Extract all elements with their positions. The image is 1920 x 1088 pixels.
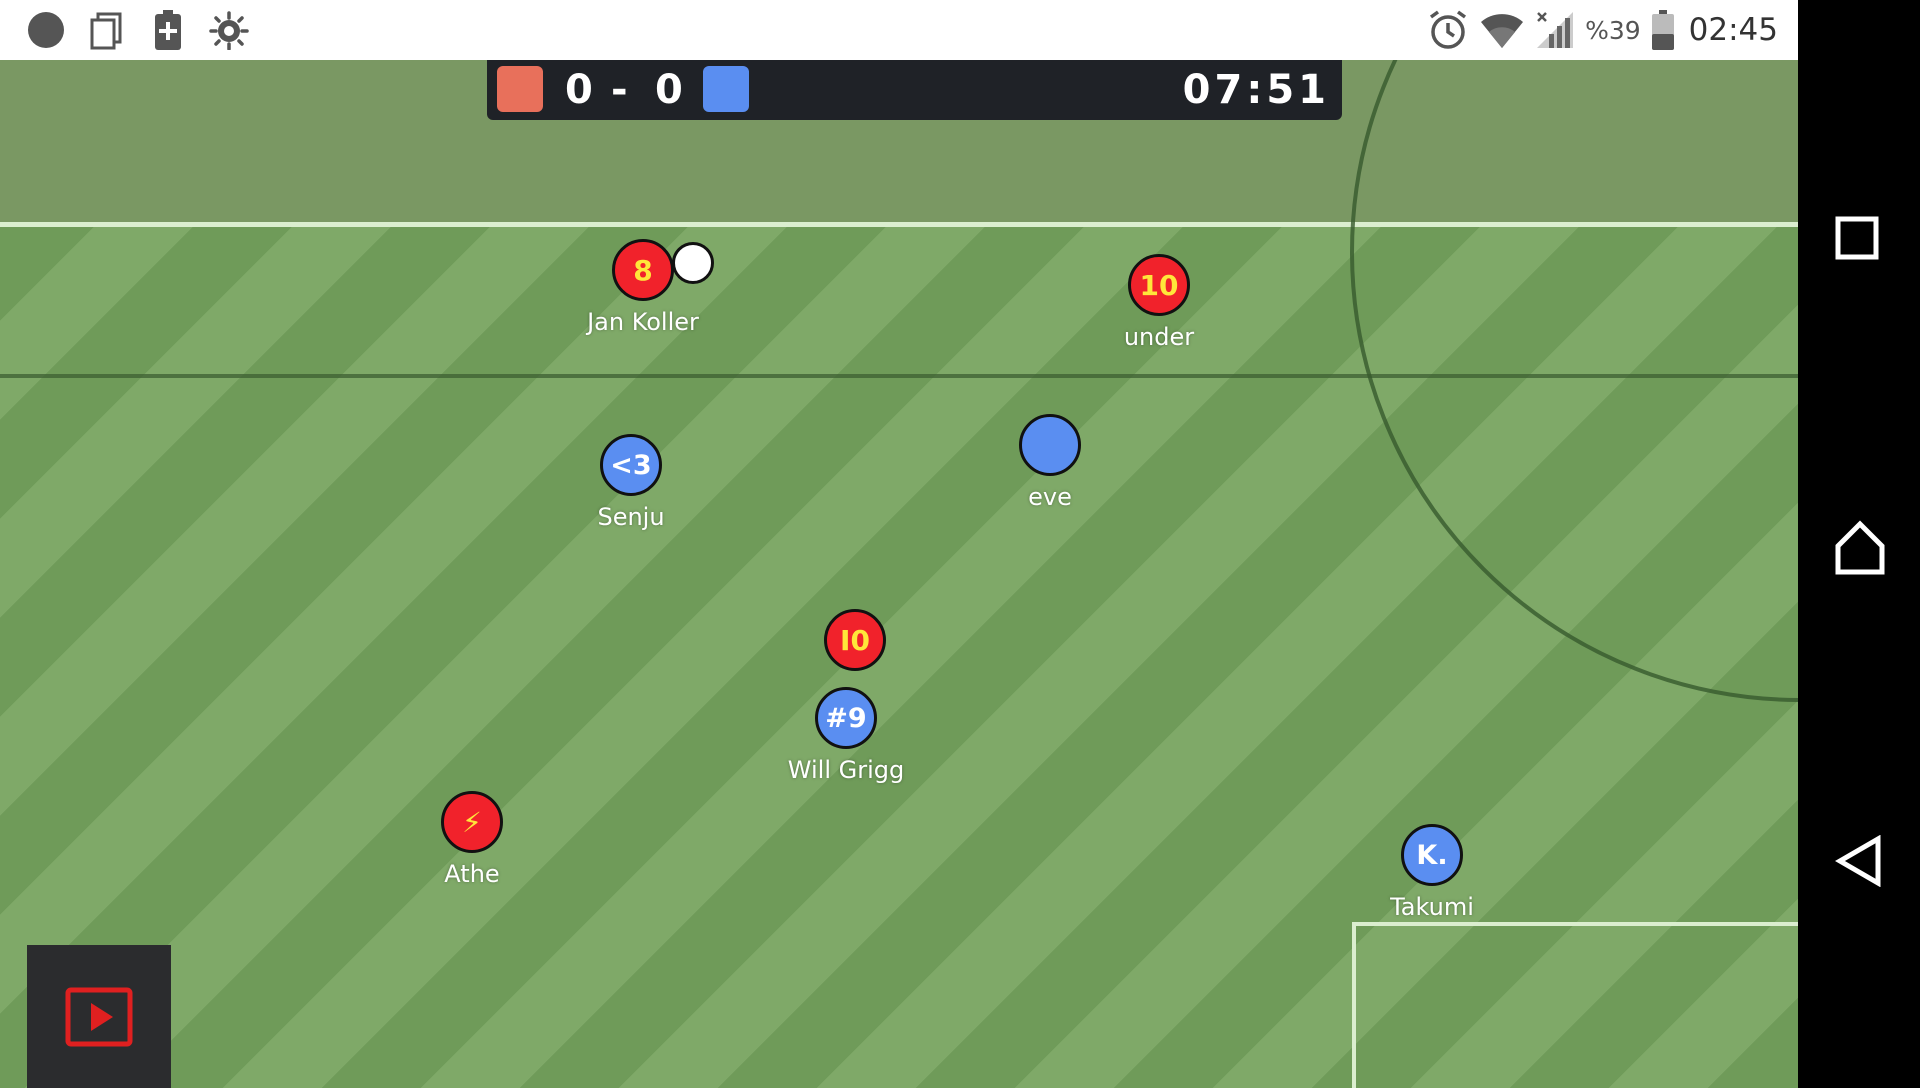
- player-badge: ⚡: [441, 791, 503, 853]
- replay-button[interactable]: [27, 945, 171, 1088]
- player-name: Senju: [597, 503, 665, 531]
- penalty-box-line: [1352, 922, 1798, 926]
- navigation-bar: [1798, 0, 1920, 1088]
- player-badge: [1019, 414, 1081, 476]
- penalty-box-line: [1352, 922, 1356, 1088]
- player-badge: <3: [600, 434, 662, 496]
- copy-icon: [90, 12, 122, 50]
- status-bar-right: %39 02:45: [1427, 8, 1778, 52]
- match-clock: 07:51: [1182, 67, 1330, 113]
- player-name: under: [1123, 323, 1195, 351]
- status-bar: %39 02:45: [0, 0, 1798, 60]
- player-badge: #9: [815, 687, 877, 749]
- player-name: eve: [1028, 483, 1072, 511]
- play-video-icon: [65, 987, 133, 1047]
- ball: [672, 242, 714, 284]
- player-name: Will Grigg: [787, 756, 905, 784]
- player-name: Takumi: [1390, 893, 1474, 921]
- player-badge: 10: [1128, 254, 1190, 316]
- clock: 02:45: [1688, 12, 1778, 48]
- player-name: Jan Koller: [587, 308, 699, 336]
- player-badge: 8: [612, 239, 674, 301]
- home-score: 0: [565, 67, 593, 113]
- scoreboard: 0 - 0 07:51: [487, 60, 1342, 120]
- alarm-icon: [1430, 10, 1467, 49]
- home-icon[interactable]: [1834, 520, 1886, 576]
- player-badge: K.: [1401, 824, 1463, 886]
- player-name: Athe: [444, 860, 500, 888]
- home-team-color: [497, 66, 543, 112]
- away-team-color: [703, 66, 749, 112]
- wifi-icon: [1481, 14, 1524, 48]
- bug-icon: [209, 11, 249, 50]
- signal-icon: [1537, 12, 1574, 48]
- penalty-arc: [1350, 60, 1798, 702]
- circle-dot-icon: [28, 12, 64, 48]
- battery-percent: %39: [1585, 15, 1641, 45]
- battery-icon: [1651, 10, 1674, 50]
- battery-plus-icon: [155, 10, 181, 50]
- game-view[interactable]: 0 - 0 07:51 8 Jan Koller 10 under <3 Sen…: [0, 60, 1798, 1088]
- score-separator: -: [611, 67, 628, 113]
- away-score: 0: [655, 67, 683, 113]
- back-triangle-icon[interactable]: [1834, 835, 1884, 887]
- recents-square-icon[interactable]: [1834, 215, 1880, 261]
- pitch[interactable]: [0, 60, 1798, 1088]
- player-badge: I0: [824, 609, 886, 671]
